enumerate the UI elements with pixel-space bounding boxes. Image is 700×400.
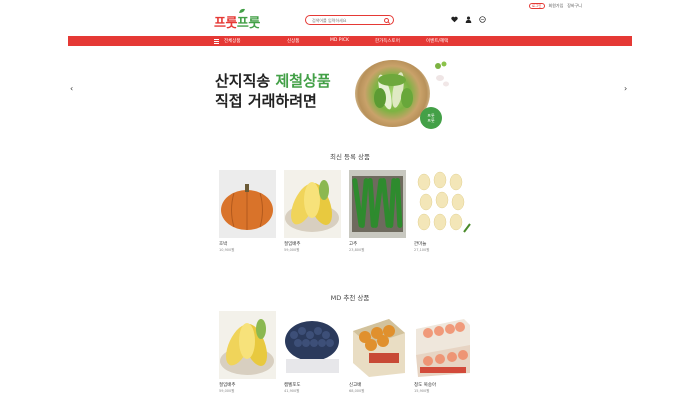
search-input[interactable] xyxy=(312,17,382,24)
banner-herb-decoration xyxy=(435,61,449,87)
product-card[interactable]: 호박 10,900원 xyxy=(219,170,276,253)
product-image-grape[interactable] xyxy=(284,311,341,379)
signup-link[interactable]: 회원가입 xyxy=(549,3,564,9)
section-title-latest: 최신 등록 상품 xyxy=(329,153,370,161)
menu-icon[interactable] xyxy=(214,38,219,44)
product-price: 59,000원 xyxy=(219,389,235,393)
main-nav: 전체상품 신상품 MD PICK 한가득스토어 이벤트/혜택 xyxy=(68,36,632,46)
leaf-icon xyxy=(239,8,245,13)
site-logo[interactable]: 프룻프룻 xyxy=(214,8,260,31)
utility-links: 로그인 회원가입 장바구니 xyxy=(528,3,582,9)
product-card[interactable]: 고추 23,800원 xyxy=(349,170,406,253)
search-bar[interactable] xyxy=(305,15,394,25)
banner-badge: 프룻 프룻 xyxy=(420,107,442,129)
user-icon[interactable] xyxy=(465,16,472,23)
product-card[interactable]: 절임배추 59,000원 xyxy=(219,311,276,394)
nav-item-new[interactable]: 신상품 xyxy=(287,38,299,44)
product-name[interactable]: 신고배 xyxy=(349,382,406,388)
nav-item-all-products[interactable]: 전체상품 xyxy=(224,38,241,44)
product-image-peach[interactable] xyxy=(414,311,471,379)
nav-item-store[interactable]: 한가득스토어 xyxy=(375,38,400,44)
nav-item-md-pick[interactable]: MD PICK xyxy=(330,38,349,43)
product-name[interactable]: 호박 xyxy=(219,241,276,247)
login-link[interactable]: 로그인 xyxy=(528,3,545,9)
product-price: 68,000원 xyxy=(349,389,365,393)
product-image-pumpkin[interactable] xyxy=(219,170,276,238)
product-name[interactable]: 깐마늘 xyxy=(414,241,471,247)
product-name[interactable]: 캠벨포도 xyxy=(284,382,341,388)
banner-headline-highlight: 제철상품 xyxy=(275,72,331,90)
product-image-pear[interactable] xyxy=(349,311,406,379)
product-image-garlic[interactable] xyxy=(414,170,471,238)
product-price: 15,900원 xyxy=(414,389,430,393)
product-card[interactable]: 신고배 68,000원 xyxy=(349,311,406,394)
section-title-md-pick: MD 추천 상품 xyxy=(330,294,370,302)
product-card[interactable]: 캠벨포도 41,900원 xyxy=(284,311,341,394)
banner-headline-1: 산지직송 제철상품 xyxy=(215,70,331,91)
product-card[interactable]: 청도 복숭아 15,900원 xyxy=(414,311,471,394)
product-card[interactable]: 절임배추 59,000원 xyxy=(284,170,341,253)
product-name[interactable]: 고추 xyxy=(349,241,406,247)
product-price: 41,900원 xyxy=(284,389,300,393)
product-image-cabbage[interactable] xyxy=(284,170,341,238)
product-price: 27,100원 xyxy=(414,248,430,252)
nav-item-events[interactable]: 이벤트/혜택 xyxy=(426,38,448,44)
product-image-cabbage[interactable] xyxy=(219,311,276,379)
product-image-pepper[interactable] xyxy=(349,170,406,238)
search-icon[interactable] xyxy=(384,17,389,23)
product-card[interactable]: 깐마늘 27,100원 xyxy=(414,170,471,253)
logo-text-red: 프룻 xyxy=(214,16,237,31)
chat-icon[interactable] xyxy=(479,16,486,23)
banner-badge-line2: 프룻 xyxy=(427,118,435,123)
banner-headline-prefix: 산지직송 xyxy=(215,72,276,90)
product-price: 23,800원 xyxy=(349,248,365,252)
product-name[interactable]: 절임배추 xyxy=(219,382,276,388)
banner-next-arrow-icon[interactable]: › xyxy=(624,84,627,93)
header-icons xyxy=(451,16,486,23)
banner-vegetable-basket-image xyxy=(355,60,430,127)
banner-headline-2: 직접 거래하려면 xyxy=(215,92,317,110)
heart-icon[interactable] xyxy=(451,16,458,23)
logo-text-green: 프룻 xyxy=(236,16,260,31)
product-price: 10,900원 xyxy=(219,248,235,252)
product-price: 59,000원 xyxy=(284,248,300,252)
product-name[interactable]: 청도 복숭아 xyxy=(414,382,471,388)
banner-prev-arrow-icon[interactable]: ‹ xyxy=(70,84,73,93)
cart-link[interactable]: 장바구니 xyxy=(567,3,582,9)
product-name[interactable]: 절임배추 xyxy=(284,241,341,247)
